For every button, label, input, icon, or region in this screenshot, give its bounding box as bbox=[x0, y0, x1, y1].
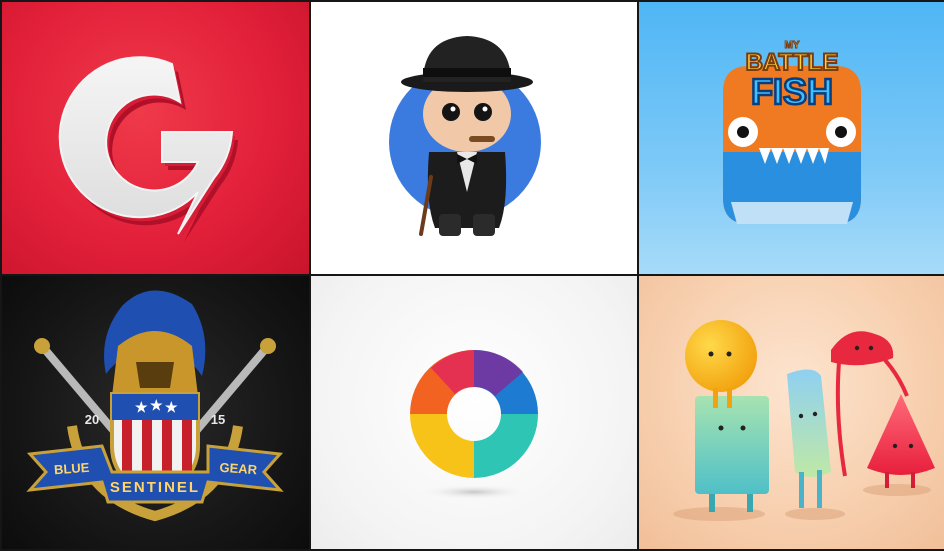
crest-ribbon-right: GEAR bbox=[219, 460, 258, 478]
image-gallery: MY BATTLE FISH ★ ★ ★ 20 15 BLUE SENTINEL… bbox=[0, 0, 944, 551]
tile-figure-character[interactable] bbox=[311, 2, 637, 274]
crest-ribbon-center: SENTINEL bbox=[110, 479, 200, 496]
shape-characters-illustration bbox=[673, 320, 935, 521]
tile-shape-characters[interactable] bbox=[639, 276, 944, 549]
svg-text:★: ★ bbox=[165, 399, 178, 415]
battle-fish-logo-line2: FISH bbox=[751, 71, 833, 112]
g-logo-icon bbox=[58, 56, 238, 242]
svg-text:★: ★ bbox=[150, 397, 163, 413]
tile-ring-logo[interactable] bbox=[311, 276, 637, 549]
blue-sentinel-crest-emblem: ★ ★ ★ 20 15 BLUE SENTINEL GEAR bbox=[26, 290, 284, 522]
battle-fish-app-icon: MY BATTLE FISH bbox=[723, 40, 861, 224]
ring-logo-icon bbox=[410, 349, 538, 500]
tile-battle-fish[interactable]: MY BATTLE FISH bbox=[639, 2, 944, 274]
tile-blue-sentinel[interactable]: ★ ★ ★ 20 15 BLUE SENTINEL GEAR bbox=[2, 276, 309, 549]
tile-g-logo[interactable] bbox=[2, 2, 309, 274]
crest-year-right: 15 bbox=[211, 412, 225, 427]
crest-year-left: 20 bbox=[85, 412, 99, 427]
svg-text:★: ★ bbox=[135, 399, 148, 415]
crest-ribbon-left: BLUE bbox=[54, 460, 91, 477]
figure-character-illustration bbox=[389, 36, 541, 236]
